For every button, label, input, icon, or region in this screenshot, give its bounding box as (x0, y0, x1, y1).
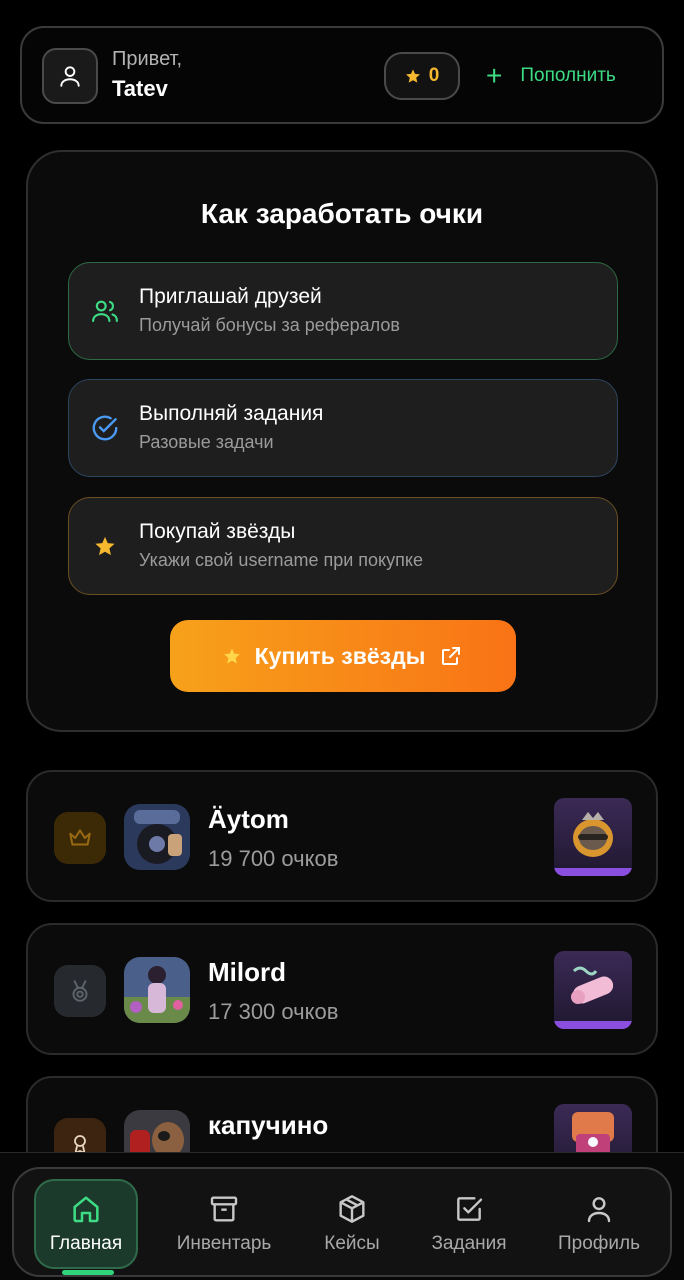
box-icon (339, 1195, 365, 1223)
nav-label: Задания (431, 1233, 507, 1254)
player-score: 17 300 очков (208, 999, 339, 1024)
nav-inventory[interactable]: Инвентарь (172, 1179, 276, 1269)
nav-label: Профиль (557, 1233, 641, 1254)
star-icon (223, 648, 240, 664)
balance-value: 0 (428, 65, 440, 86)
way-subtitle: Получай бонусы за рефералов (139, 315, 400, 335)
checkbox-icon (457, 1197, 483, 1221)
player-name: Äytom (208, 804, 289, 834)
header: Привет, Tatev 0 + Пополнить (20, 26, 664, 124)
nav-profile[interactable]: Профиль (554, 1179, 644, 1269)
way-subtitle: Разовые задачи (139, 432, 274, 452)
user-icon (587, 1197, 611, 1223)
way-title: Выполняй задания (139, 402, 324, 425)
home-icon (73, 1196, 99, 1223)
greeting-text: Привет, (112, 48, 183, 70)
nav-tasks[interactable]: Задания (426, 1179, 512, 1269)
nav-container: Главная Инвентарь Кейсы Задания Профиль (12, 1167, 672, 1277)
way-title: Приглашай друзей (139, 285, 322, 308)
star-icon (405, 69, 420, 83)
gift-image (554, 951, 632, 1029)
crown-icon (69, 829, 91, 846)
way-subtitle: Укажи свой username при покупке (139, 550, 423, 570)
buy-stars-label: Купить звёзды (254, 642, 426, 669)
balance-badge[interactable]: 0 (384, 52, 460, 100)
topup-button[interactable]: + Пополнить (486, 58, 616, 94)
nav-cases[interactable]: Кейсы (310, 1179, 394, 1269)
nav-label: Кейсы (324, 1233, 380, 1254)
way-title: Покупай звёзды (139, 520, 296, 543)
player-name: Milord (208, 957, 286, 987)
star-icon (89, 530, 121, 562)
profile-avatar-button[interactable] (42, 48, 98, 104)
nav-home[interactable]: Главная (34, 1179, 138, 1275)
nav-label: Главная (49, 1233, 123, 1254)
username: Tatev (112, 76, 168, 101)
user-icon (60, 66, 80, 87)
archive-icon (210, 1196, 238, 1222)
player-score: 19 700 очков (208, 846, 339, 871)
leaderboard-row[interactable]: Äytom 19 700 очков (26, 770, 658, 902)
player-name: капучино (208, 1110, 329, 1140)
player-avatar (124, 957, 190, 1023)
way-buy-stars[interactable]: Покупай звёзды Укажи свой username при п… (68, 497, 618, 595)
users-icon (89, 295, 121, 327)
check-circle-icon (89, 412, 121, 444)
way-invite-friends[interactable]: Приглашай друзей Получай бонусы за рефер… (68, 262, 618, 360)
leaderboard-row[interactable]: Milord 17 300 очков (26, 923, 658, 1055)
buy-stars-button[interactable]: Купить звёзды (170, 620, 516, 692)
earn-title: Как заработать очки (200, 198, 484, 229)
bottom-navigation: Главная Инвентарь Кейсы Задания Профиль (0, 1152, 684, 1280)
gift-image (554, 798, 632, 876)
rank-badge (54, 965, 106, 1017)
plus-icon: + (486, 60, 503, 91)
player-avatar (124, 804, 190, 870)
external-link-icon (442, 647, 461, 665)
nav-label: Инвентарь (176, 1233, 272, 1254)
earn-points-card: Как заработать очки Приглашай друзей Пол… (26, 150, 658, 732)
topup-label: Пополнить (520, 65, 616, 86)
way-complete-tasks[interactable]: Выполняй задания Разовые задачи (68, 379, 618, 477)
medal-icon (72, 980, 88, 1002)
rank-badge (54, 812, 106, 864)
